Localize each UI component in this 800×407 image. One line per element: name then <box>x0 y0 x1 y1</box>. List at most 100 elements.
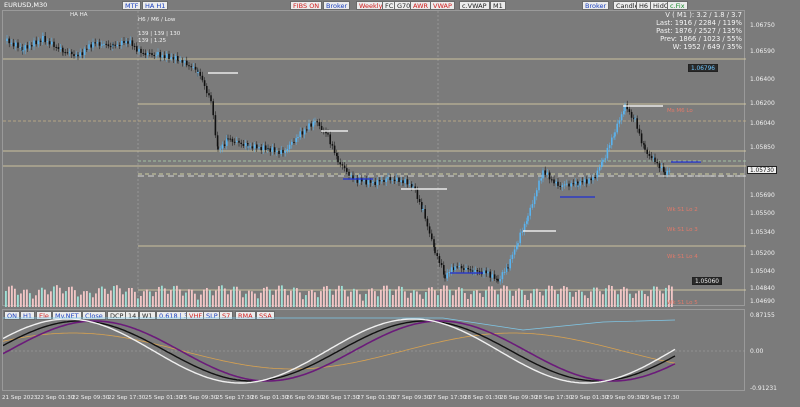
volume-bar <box>500 288 502 307</box>
time-tick: 26 Sep 17:30 <box>322 395 360 401</box>
candle-body <box>648 153 651 156</box>
candle-body <box>568 183 570 187</box>
volume-bar <box>95 293 97 307</box>
m1-button[interactable]: M1 <box>490 1 506 10</box>
candle-body <box>664 171 666 175</box>
volume-bar <box>530 293 532 307</box>
volume-bar <box>350 291 352 307</box>
ha-h1-button[interactable]: HA H1 <box>142 1 169 10</box>
candle-body <box>86 48 88 50</box>
candle-body <box>42 36 44 38</box>
candle-body <box>64 52 66 54</box>
candle-body <box>634 118 636 120</box>
volume-bar <box>563 285 565 307</box>
candle-body <box>418 198 421 203</box>
cvwap-button[interactable]: c.VWAP <box>459 1 490 10</box>
candle-body <box>579 181 581 186</box>
volume-bar <box>167 293 169 307</box>
volume-bar <box>545 289 547 307</box>
broker-button-right[interactable]: Broker <box>582 1 610 10</box>
candle-body <box>153 55 155 57</box>
volume-bar <box>542 295 544 307</box>
candle-body <box>57 47 60 50</box>
volume-bar <box>224 288 226 307</box>
candle-body <box>513 249 516 255</box>
volume-bar <box>587 298 589 307</box>
volume-bar <box>26 289 28 307</box>
symbol-label: EURUSD,M30 <box>2 1 50 10</box>
volume-bar <box>566 287 568 307</box>
mtf-button[interactable]: MTF <box>122 1 142 10</box>
time-tick: 26 Sep 01:30 <box>251 395 289 401</box>
volume-bar <box>569 292 571 307</box>
fibs-on-button[interactable]: FIBS ON <box>290 1 323 10</box>
time-tick: 28 Sep 17:30 <box>535 395 573 401</box>
candle-body <box>469 269 472 271</box>
volume-bar <box>206 287 208 307</box>
volume-bar <box>386 285 388 307</box>
volume-bar <box>299 292 301 307</box>
candle-body <box>346 168 348 172</box>
volume-bar <box>251 291 253 307</box>
candle-body <box>396 177 398 182</box>
volume-bar <box>77 296 79 307</box>
awr-button[interactable]: AWR <box>410 1 432 10</box>
candle-body <box>601 161 603 167</box>
candle-body <box>608 145 611 148</box>
price-tick: 1.06590 <box>750 48 775 55</box>
candle-body <box>454 266 456 271</box>
volume-bar <box>146 289 148 307</box>
volume-bar <box>539 291 541 307</box>
volume-bar <box>302 299 304 307</box>
volume-bar <box>536 288 538 307</box>
candle-body <box>177 60 179 62</box>
volume-bar <box>440 288 442 307</box>
candle-body <box>186 60 188 66</box>
volume-bar <box>554 289 556 307</box>
price-axis[interactable]: 1.06750 1.06590 1.06400 1.06200 1.06040 … <box>746 0 800 392</box>
volume-bar <box>533 289 535 307</box>
volume-bar <box>221 285 223 307</box>
volume-bar <box>98 288 100 307</box>
candle-body <box>8 38 10 44</box>
chart-window[interactable]: EURUSD,M30 MTF HA H1 FIBS ON Broker Week… <box>0 0 800 407</box>
candle-body <box>107 44 110 47</box>
volume-bar <box>461 288 463 307</box>
candle-body <box>310 123 312 127</box>
volume-bar <box>41 287 43 307</box>
price-tick: 1.05200 <box>750 250 775 257</box>
time-axis[interactable]: 21 Sep 2023 22 Sep 01:30 22 Sep 09:30 22… <box>0 392 746 407</box>
candle-body <box>17 42 19 48</box>
candle-body <box>253 144 256 149</box>
candle-body <box>201 75 204 81</box>
price-chart[interactable] <box>2 10 746 307</box>
volume-bar <box>236 286 238 307</box>
candle-body <box>424 208 426 219</box>
candle-body <box>121 40 123 46</box>
volume-bar <box>629 293 631 307</box>
volume-bar <box>59 287 61 307</box>
candle-body <box>10 42 13 44</box>
candle-body <box>98 42 101 46</box>
volume-bar <box>128 288 130 307</box>
volume-bar <box>368 289 370 307</box>
oscillator-panel[interactable] <box>2 309 746 391</box>
candle-body <box>474 270 476 273</box>
cfix-button[interactable]: c.Fix <box>667 1 688 10</box>
volume-bar <box>518 288 520 307</box>
candle-body <box>636 118 638 129</box>
volume-bar <box>374 291 376 307</box>
candle-body <box>363 179 365 182</box>
volume-bar <box>347 296 349 307</box>
time-tick: 28 Sep 01:30 <box>464 395 502 401</box>
price-tick: 1.05340 <box>750 229 775 236</box>
candle-body <box>476 270 479 272</box>
h6-button[interactable]: H6 <box>636 1 652 10</box>
volume-bar <box>266 286 268 307</box>
candle-body <box>438 256 441 264</box>
vwap-button[interactable]: VWAP <box>430 1 455 10</box>
candle-body <box>146 52 149 56</box>
volume-bar <box>662 293 664 307</box>
broker-button[interactable]: Broker <box>323 1 351 10</box>
candle-body <box>606 147 609 159</box>
